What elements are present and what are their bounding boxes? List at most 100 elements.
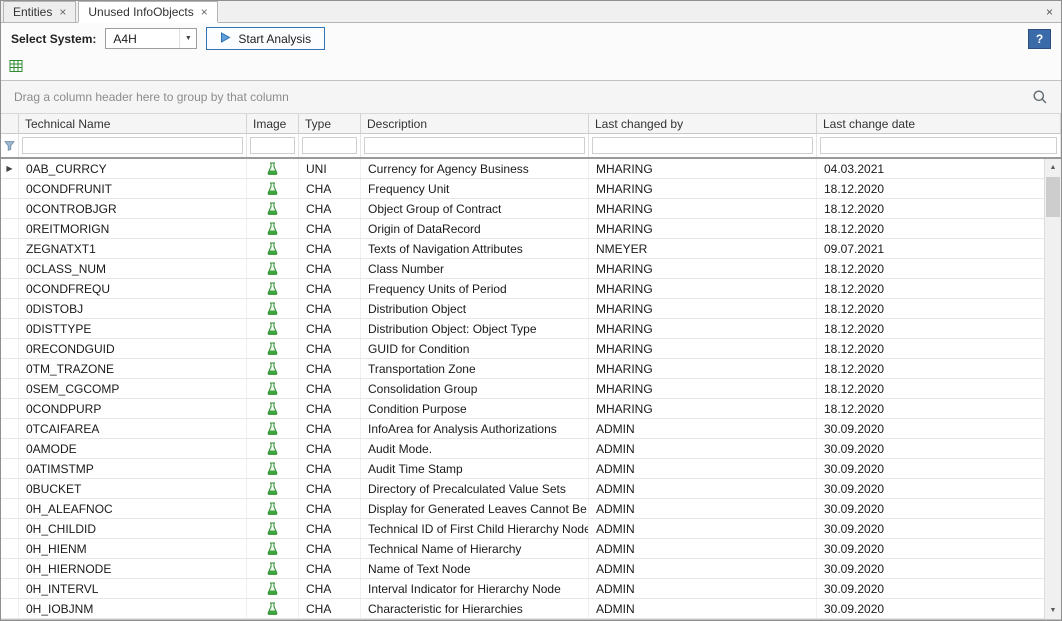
- column-header-image[interactable]: Image: [247, 114, 299, 133]
- scroll-up-icon[interactable]: ▲: [1045, 159, 1061, 176]
- scrollbar-thumb[interactable]: [1046, 177, 1060, 217]
- group-by-panel[interactable]: Drag a column header here to group by th…: [1, 81, 1061, 114]
- row-technical-name: 0AB_CURRCY: [19, 159, 247, 178]
- system-select-value: A4H: [113, 32, 136, 46]
- row-last-changed-by: MHARING: [589, 359, 817, 378]
- group-by-hint: Drag a column header here to group by th…: [14, 90, 289, 104]
- table-row[interactable]: 0CONDPURP CHA Condition Purpose MHARING …: [1, 399, 1061, 419]
- table-row[interactable]: 0DISTTYPE CHA Distribution Object: Objec…: [1, 319, 1061, 339]
- app-window: Entities Unused InfoObjects Select Syste…: [0, 0, 1062, 621]
- table-row[interactable]: 0DISTOBJ CHA Distribution Object MHARING…: [1, 299, 1061, 319]
- filter-input-type[interactable]: [302, 137, 357, 154]
- row-indicator: [1, 599, 19, 618]
- row-last-change-date: 30.09.2020: [817, 579, 1061, 598]
- row-indicator: [1, 299, 19, 318]
- table-row[interactable]: 0REITMORIGN CHA Origin of DataRecord MHA…: [1, 219, 1061, 239]
- row-type: CHA: [299, 479, 361, 498]
- row-last-change-date: 18.12.2020: [817, 319, 1061, 338]
- row-type: CHA: [299, 259, 361, 278]
- tab-entities[interactable]: Entities: [3, 1, 76, 22]
- infoobject-icon: [247, 159, 299, 178]
- row-description: Distribution Object: Object Type: [361, 319, 589, 338]
- row-last-changed-by: ADMIN: [589, 559, 817, 578]
- row-last-changed-by: ADMIN: [589, 479, 817, 498]
- filter-input-technical-name[interactable]: [22, 137, 243, 154]
- row-last-changed-by: MHARING: [589, 199, 817, 218]
- table-row[interactable]: 0BUCKET CHA Directory of Precalculated V…: [1, 479, 1061, 499]
- table-row[interactable]: 0ATIMSTMP CHA Audit Time Stamp ADMIN 30.…: [1, 459, 1061, 479]
- column-header-last-change-date[interactable]: Last change date: [817, 114, 1061, 133]
- row-last-change-date: 30.09.2020: [817, 519, 1061, 538]
- row-type: CHA: [299, 379, 361, 398]
- row-description: InfoArea for Analysis Authorizations: [361, 419, 589, 438]
- row-last-changed-by: ADMIN: [589, 439, 817, 458]
- tab-unused-infoobjects[interactable]: Unused InfoObjects: [78, 1, 217, 23]
- row-technical-name: 0CONDFRUNIT: [19, 179, 247, 198]
- search-icon[interactable]: [1032, 89, 1048, 105]
- column-header-last-changed-by[interactable]: Last changed by: [589, 114, 817, 133]
- table-row[interactable]: 0H_ALEAFNOC CHA Display for Generated Le…: [1, 499, 1061, 519]
- table-row[interactable]: 0H_HIENM CHA Technical Name of Hierarchy…: [1, 539, 1061, 559]
- row-technical-name: 0ATIMSTMP: [19, 459, 247, 478]
- table-row[interactable]: 0CONTROBJGR CHA Object Group of Contract…: [1, 199, 1061, 219]
- row-description: Frequency Units of Period: [361, 279, 589, 298]
- system-select[interactable]: A4H ▼: [105, 28, 197, 49]
- row-type: CHA: [299, 199, 361, 218]
- tab-close-icon[interactable]: [201, 6, 208, 18]
- export-excel-icon[interactable]: [9, 59, 24, 76]
- row-last-changed-by: MHARING: [589, 339, 817, 358]
- filter-input-description[interactable]: [364, 137, 585, 154]
- column-header-type[interactable]: Type: [299, 114, 361, 133]
- infoobject-icon: [247, 279, 299, 298]
- tab-close-icon[interactable]: [59, 6, 66, 18]
- table-row[interactable]: ▶ 0AB_CURRCY UNI Currency for Agency Bus…: [1, 159, 1061, 179]
- table-row[interactable]: 0H_CHILDID CHA Technical ID of First Chi…: [1, 519, 1061, 539]
- row-last-changed-by: ADMIN: [589, 599, 817, 618]
- infoobject-icon: [247, 539, 299, 558]
- start-analysis-button[interactable]: Start Analysis: [206, 27, 325, 50]
- table-row[interactable]: ZEGNATXT1 CHA Texts of Navigation Attrib…: [1, 239, 1061, 259]
- tabgroup-close-icon[interactable]: [1046, 6, 1061, 22]
- table-row[interactable]: 0TM_TRAZONE CHA Transportation Zone MHAR…: [1, 359, 1061, 379]
- filter-input-image[interactable]: [250, 137, 295, 154]
- column-header-description[interactable]: Description: [361, 114, 589, 133]
- row-indicator: [1, 499, 19, 518]
- table-row[interactable]: 0H_HIERNODE CHA Name of Text Node ADMIN …: [1, 559, 1061, 579]
- table-row[interactable]: 0AMODE CHA Audit Mode. ADMIN 30.09.2020: [1, 439, 1061, 459]
- row-type: CHA: [299, 279, 361, 298]
- table-row[interactable]: 0H_IOBJNM CHA Characteristic for Hierarc…: [1, 599, 1061, 619]
- table-row[interactable]: 0RECONDGUID CHA GUID for Condition MHARI…: [1, 339, 1061, 359]
- table-row[interactable]: 0SEM_CGCOMP CHA Consolidation Group MHAR…: [1, 379, 1061, 399]
- filter-input-last-change-date[interactable]: [820, 137, 1057, 154]
- row-indicator: [1, 419, 19, 438]
- tab-entities-label: Entities: [13, 5, 52, 19]
- grid-filter-row: [1, 134, 1061, 159]
- help-button[interactable]: ?: [1028, 29, 1051, 49]
- row-last-change-date: 30.09.2020: [817, 559, 1061, 578]
- row-last-change-date: 18.12.2020: [817, 399, 1061, 418]
- table-row[interactable]: 0CONDFREQU CHA Frequency Units of Period…: [1, 279, 1061, 299]
- scroll-down-icon[interactable]: ▼: [1045, 602, 1061, 619]
- vertical-scrollbar[interactable]: ▲ ▼: [1044, 159, 1061, 619]
- table-row[interactable]: 0CONDFRUNIT CHA Frequency Unit MHARING 1…: [1, 179, 1061, 199]
- row-technical-name: 0CONDPURP: [19, 399, 247, 418]
- table-row[interactable]: 0TCAIFAREA CHA InfoArea for Analysis Aut…: [1, 419, 1061, 439]
- row-type: CHA: [299, 499, 361, 518]
- column-header-technical-name[interactable]: Technical Name: [19, 114, 247, 133]
- row-last-change-date: 18.12.2020: [817, 339, 1061, 358]
- row-indicator: [1, 279, 19, 298]
- row-type: CHA: [299, 599, 361, 618]
- row-description: Consolidation Group: [361, 379, 589, 398]
- row-description: GUID for Condition: [361, 339, 589, 358]
- table-row[interactable]: 0H_INTERVL CHA Interval Indicator for Hi…: [1, 579, 1061, 599]
- infoobject-icon: [247, 599, 299, 618]
- row-description: Transportation Zone: [361, 359, 589, 378]
- row-last-changed-by: ADMIN: [589, 579, 817, 598]
- filter-cell-image: [247, 134, 299, 157]
- row-last-change-date: 30.09.2020: [817, 499, 1061, 518]
- grid-header: Technical NameImageTypeDescriptionLast c…: [1, 114, 1061, 134]
- table-row[interactable]: 0CLASS_NUM CHA Class Number MHARING 18.1…: [1, 259, 1061, 279]
- filter-input-last-changed-by[interactable]: [592, 137, 813, 154]
- row-last-changed-by: MHARING: [589, 379, 817, 398]
- chevron-down-icon[interactable]: ▼: [179, 29, 196, 48]
